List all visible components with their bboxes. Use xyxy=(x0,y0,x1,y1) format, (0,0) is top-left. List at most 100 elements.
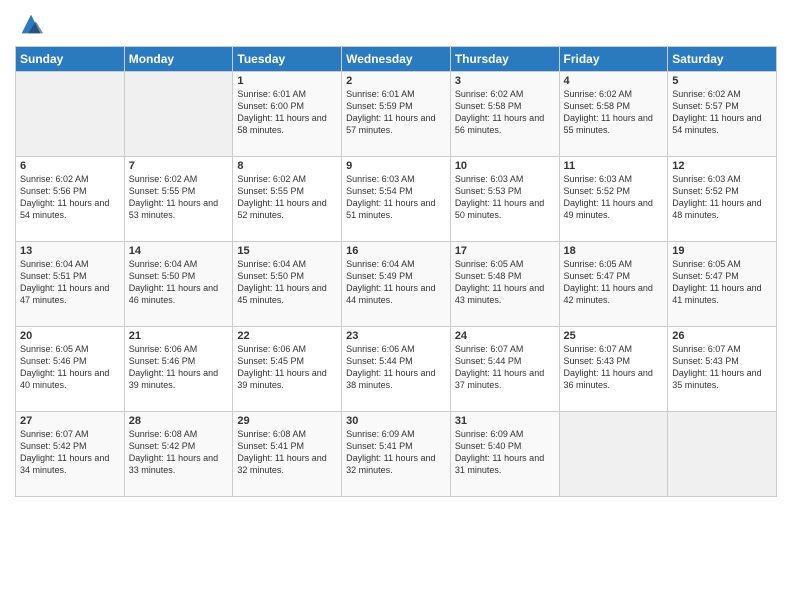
weekday-thursday: Thursday xyxy=(450,47,559,72)
day-number: 21 xyxy=(129,330,229,342)
calendar-cell: 18Sunrise: 6:05 AM Sunset: 5:47 PM Dayli… xyxy=(559,242,668,327)
calendar-cell: 28Sunrise: 6:08 AM Sunset: 5:42 PM Dayli… xyxy=(124,412,233,497)
day-number: 13 xyxy=(20,245,120,257)
day-number: 31 xyxy=(455,415,555,427)
weekday-friday: Friday xyxy=(559,47,668,72)
calendar-cell: 7Sunrise: 6:02 AM Sunset: 5:55 PM Daylig… xyxy=(124,157,233,242)
calendar-cell: 10Sunrise: 6:03 AM Sunset: 5:53 PM Dayli… xyxy=(450,157,559,242)
calendar-cell: 6Sunrise: 6:02 AM Sunset: 5:56 PM Daylig… xyxy=(16,157,125,242)
day-details: Sunrise: 6:02 AM Sunset: 5:55 PM Dayligh… xyxy=(129,173,229,222)
calendar-cell: 21Sunrise: 6:06 AM Sunset: 5:46 PM Dayli… xyxy=(124,327,233,412)
day-number: 16 xyxy=(346,245,446,257)
day-number: 11 xyxy=(564,160,664,172)
calendar-cell: 5Sunrise: 6:02 AM Sunset: 5:57 PM Daylig… xyxy=(668,72,777,157)
day-details: Sunrise: 6:04 AM Sunset: 5:50 PM Dayligh… xyxy=(129,258,229,307)
calendar-cell: 24Sunrise: 6:07 AM Sunset: 5:44 PM Dayli… xyxy=(450,327,559,412)
day-details: Sunrise: 6:05 AM Sunset: 5:47 PM Dayligh… xyxy=(564,258,664,307)
day-number: 27 xyxy=(20,415,120,427)
calendar-cell: 17Sunrise: 6:05 AM Sunset: 5:48 PM Dayli… xyxy=(450,242,559,327)
calendar-week-4: 20Sunrise: 6:05 AM Sunset: 5:46 PM Dayli… xyxy=(16,327,777,412)
calendar-cell: 29Sunrise: 6:08 AM Sunset: 5:41 PM Dayli… xyxy=(233,412,342,497)
calendar-cell: 27Sunrise: 6:07 AM Sunset: 5:42 PM Dayli… xyxy=(16,412,125,497)
day-number: 10 xyxy=(455,160,555,172)
header xyxy=(15,10,777,38)
day-details: Sunrise: 6:05 AM Sunset: 5:48 PM Dayligh… xyxy=(455,258,555,307)
weekday-sunday: Sunday xyxy=(16,47,125,72)
calendar-cell xyxy=(559,412,668,497)
calendar-cell xyxy=(668,412,777,497)
calendar-cell: 31Sunrise: 6:09 AM Sunset: 5:40 PM Dayli… xyxy=(450,412,559,497)
day-number: 7 xyxy=(129,160,229,172)
day-details: Sunrise: 6:02 AM Sunset: 5:56 PM Dayligh… xyxy=(20,173,120,222)
calendar-cell: 4Sunrise: 6:02 AM Sunset: 5:58 PM Daylig… xyxy=(559,72,668,157)
calendar-cell: 13Sunrise: 6:04 AM Sunset: 5:51 PM Dayli… xyxy=(16,242,125,327)
day-details: Sunrise: 6:02 AM Sunset: 5:57 PM Dayligh… xyxy=(672,88,772,137)
day-details: Sunrise: 6:04 AM Sunset: 5:50 PM Dayligh… xyxy=(237,258,337,307)
calendar-cell: 25Sunrise: 6:07 AM Sunset: 5:43 PM Dayli… xyxy=(559,327,668,412)
day-number: 3 xyxy=(455,75,555,87)
day-details: Sunrise: 6:01 AM Sunset: 6:00 PM Dayligh… xyxy=(237,88,337,137)
day-number: 9 xyxy=(346,160,446,172)
day-details: Sunrise: 6:02 AM Sunset: 5:55 PM Dayligh… xyxy=(237,173,337,222)
day-details: Sunrise: 6:07 AM Sunset: 5:43 PM Dayligh… xyxy=(672,343,772,392)
day-number: 1 xyxy=(237,75,337,87)
day-number: 20 xyxy=(20,330,120,342)
weekday-header-row: SundayMondayTuesdayWednesdayThursdayFrid… xyxy=(16,47,777,72)
calendar-cell xyxy=(16,72,125,157)
calendar-cell: 9Sunrise: 6:03 AM Sunset: 5:54 PM Daylig… xyxy=(342,157,451,242)
day-number: 8 xyxy=(237,160,337,172)
day-number: 24 xyxy=(455,330,555,342)
day-number: 25 xyxy=(564,330,664,342)
weekday-wednesday: Wednesday xyxy=(342,47,451,72)
day-details: Sunrise: 6:01 AM Sunset: 5:59 PM Dayligh… xyxy=(346,88,446,137)
day-details: Sunrise: 6:08 AM Sunset: 5:41 PM Dayligh… xyxy=(237,428,337,477)
calendar-week-2: 6Sunrise: 6:02 AM Sunset: 5:56 PM Daylig… xyxy=(16,157,777,242)
day-number: 23 xyxy=(346,330,446,342)
calendar-cell: 14Sunrise: 6:04 AM Sunset: 5:50 PM Dayli… xyxy=(124,242,233,327)
calendar-cell: 22Sunrise: 6:06 AM Sunset: 5:45 PM Dayli… xyxy=(233,327,342,412)
main-container: SundayMondayTuesdayWednesdayThursdayFrid… xyxy=(0,0,792,507)
day-details: Sunrise: 6:03 AM Sunset: 5:52 PM Dayligh… xyxy=(672,173,772,222)
day-details: Sunrise: 6:07 AM Sunset: 5:42 PM Dayligh… xyxy=(20,428,120,477)
day-details: Sunrise: 6:09 AM Sunset: 5:41 PM Dayligh… xyxy=(346,428,446,477)
logo-icon xyxy=(17,10,45,38)
day-number: 30 xyxy=(346,415,446,427)
weekday-monday: Monday xyxy=(124,47,233,72)
day-number: 22 xyxy=(237,330,337,342)
weekday-tuesday: Tuesday xyxy=(233,47,342,72)
day-details: Sunrise: 6:02 AM Sunset: 5:58 PM Dayligh… xyxy=(564,88,664,137)
day-details: Sunrise: 6:02 AM Sunset: 5:58 PM Dayligh… xyxy=(455,88,555,137)
calendar-cell: 16Sunrise: 6:04 AM Sunset: 5:49 PM Dayli… xyxy=(342,242,451,327)
calendar-cell: 20Sunrise: 6:05 AM Sunset: 5:46 PM Dayli… xyxy=(16,327,125,412)
calendar-cell: 12Sunrise: 6:03 AM Sunset: 5:52 PM Dayli… xyxy=(668,157,777,242)
weekday-saturday: Saturday xyxy=(668,47,777,72)
day-number: 14 xyxy=(129,245,229,257)
day-number: 15 xyxy=(237,245,337,257)
calendar-cell: 19Sunrise: 6:05 AM Sunset: 5:47 PM Dayli… xyxy=(668,242,777,327)
day-details: Sunrise: 6:06 AM Sunset: 5:46 PM Dayligh… xyxy=(129,343,229,392)
calendar-cell: 30Sunrise: 6:09 AM Sunset: 5:41 PM Dayli… xyxy=(342,412,451,497)
calendar-cell: 23Sunrise: 6:06 AM Sunset: 5:44 PM Dayli… xyxy=(342,327,451,412)
day-details: Sunrise: 6:08 AM Sunset: 5:42 PM Dayligh… xyxy=(129,428,229,477)
calendar-cell: 3Sunrise: 6:02 AM Sunset: 5:58 PM Daylig… xyxy=(450,72,559,157)
day-details: Sunrise: 6:05 AM Sunset: 5:46 PM Dayligh… xyxy=(20,343,120,392)
day-details: Sunrise: 6:03 AM Sunset: 5:52 PM Dayligh… xyxy=(564,173,664,222)
day-number: 28 xyxy=(129,415,229,427)
calendar-cell: 1Sunrise: 6:01 AM Sunset: 6:00 PM Daylig… xyxy=(233,72,342,157)
day-details: Sunrise: 6:06 AM Sunset: 5:45 PM Dayligh… xyxy=(237,343,337,392)
day-number: 17 xyxy=(455,245,555,257)
calendar-week-1: 1Sunrise: 6:01 AM Sunset: 6:00 PM Daylig… xyxy=(16,72,777,157)
calendar-table: SundayMondayTuesdayWednesdayThursdayFrid… xyxy=(15,46,777,497)
day-details: Sunrise: 6:03 AM Sunset: 5:54 PM Dayligh… xyxy=(346,173,446,222)
calendar-cell: 11Sunrise: 6:03 AM Sunset: 5:52 PM Dayli… xyxy=(559,157,668,242)
day-number: 26 xyxy=(672,330,772,342)
day-number: 29 xyxy=(237,415,337,427)
day-details: Sunrise: 6:07 AM Sunset: 5:44 PM Dayligh… xyxy=(455,343,555,392)
calendar-cell xyxy=(124,72,233,157)
logo xyxy=(15,10,45,38)
day-number: 5 xyxy=(672,75,772,87)
day-details: Sunrise: 6:04 AM Sunset: 5:49 PM Dayligh… xyxy=(346,258,446,307)
day-details: Sunrise: 6:05 AM Sunset: 5:47 PM Dayligh… xyxy=(672,258,772,307)
calendar-week-5: 27Sunrise: 6:07 AM Sunset: 5:42 PM Dayli… xyxy=(16,412,777,497)
calendar-cell: 15Sunrise: 6:04 AM Sunset: 5:50 PM Dayli… xyxy=(233,242,342,327)
